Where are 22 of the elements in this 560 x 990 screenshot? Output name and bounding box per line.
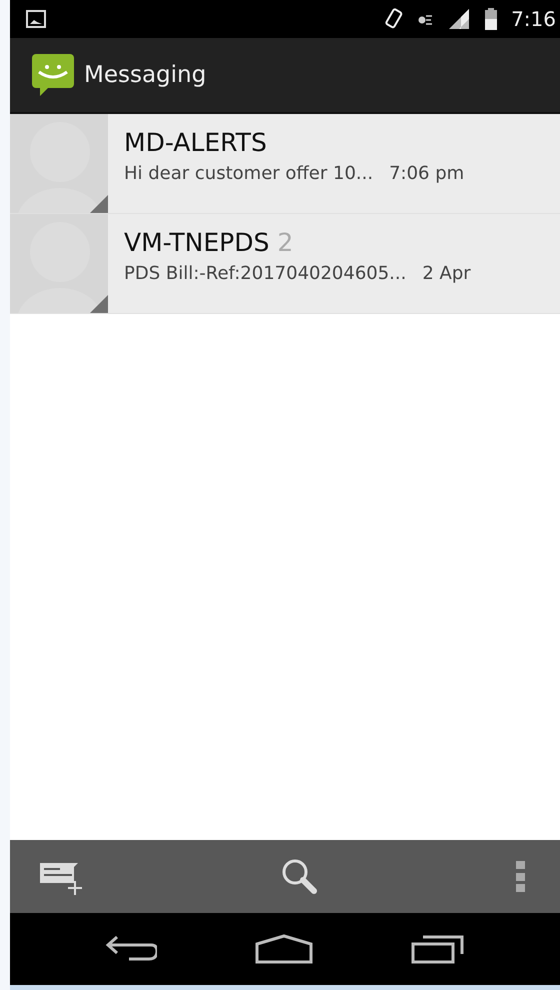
conversation-item[interactable]: MD-ALERTS Hi dear customer offer 10... 7:06 pm xyxy=(10,114,560,214)
message-time: 7:06 pm xyxy=(389,163,464,184)
image-icon xyxy=(26,10,46,28)
avatar-icon xyxy=(10,214,108,313)
status-time: 7:16 xyxy=(511,7,556,31)
message-snippet: Hi dear customer offer 10... xyxy=(124,163,374,184)
sender-name: VM-TNEPDS xyxy=(124,228,270,257)
search-icon xyxy=(281,858,319,896)
message-snippet: PDS Bill:-Ref:2017040204605... xyxy=(124,263,406,284)
battery-icon xyxy=(485,8,498,30)
avatar-icon xyxy=(10,114,108,213)
overflow-icon xyxy=(516,860,526,892)
message-count: 2 xyxy=(277,228,294,257)
app-title: Messaging xyxy=(84,62,206,88)
smiley-chat-icon xyxy=(30,52,76,98)
home-icon xyxy=(255,934,313,964)
message-time: 2 Apr xyxy=(422,263,471,284)
conversation-item[interactable]: VM-TNEPDS 2 PDS Bill:-Ref:2017040204605... 2 Apr xyxy=(10,214,560,314)
recent-apps-icon xyxy=(411,934,465,964)
sender-name: MD-ALERTS xyxy=(124,128,267,157)
signal-icon xyxy=(447,8,472,30)
rotate-icon xyxy=(385,8,404,30)
